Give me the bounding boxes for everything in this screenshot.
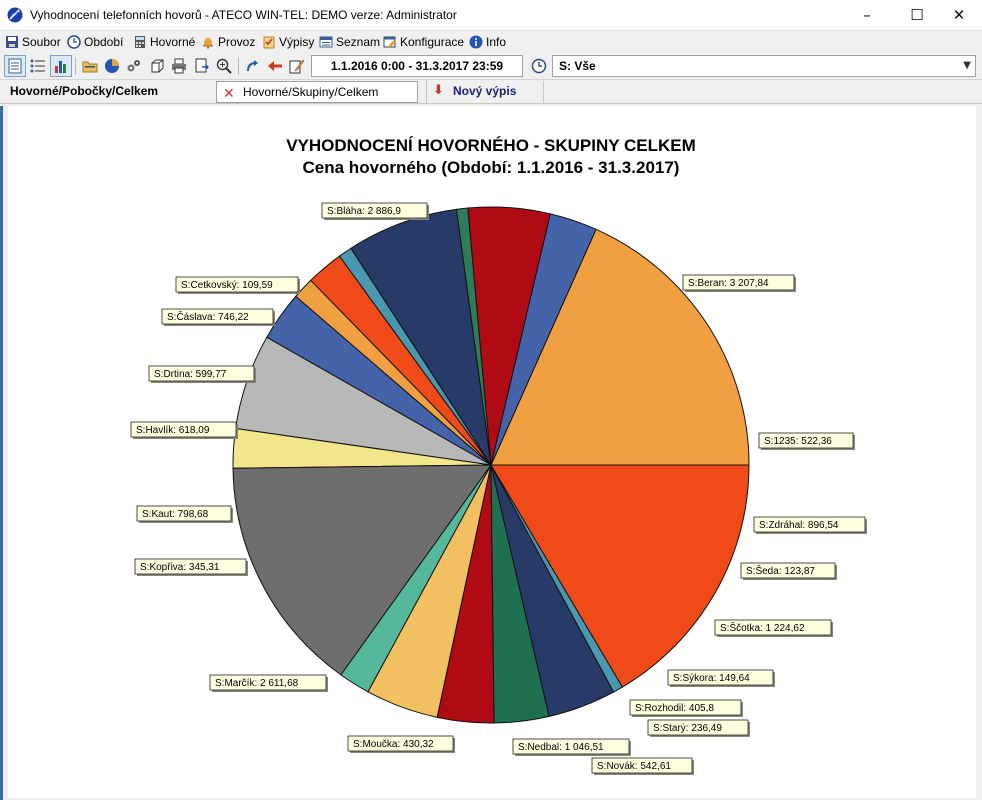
- pie-label-text: S:Šeda: 123,87: [746, 564, 815, 577]
- pie-label-1235: S:1235: 522,36: [758, 432, 855, 450]
- pie-label-text: S:Marčík: 2 611,68: [215, 678, 299, 689]
- pie-label-bláha: S:Bláha: 2 886,9: [321, 202, 429, 220]
- pie-label-novák: S:Novák: 542,61: [591, 757, 694, 775]
- pie-label-text: S:Kopřiva: 345,31: [140, 562, 220, 573]
- pie-label-beran: S:Beran: 3 207,84: [682, 274, 796, 292]
- pie-label-text: S:Beran: 3 207,84: [688, 278, 769, 289]
- pie-label-text: S:Zdráhal: 896,54: [759, 520, 839, 531]
- pie-chart: S:Beran: 3 207,84 S:1235: 522,36 S:Zdráhal…: [130, 202, 867, 775]
- pie-label-text: S:Bláha: 2 886,9: [327, 206, 401, 217]
- pie-label-cetkovský: S:Cetkovský: 109,59: [175, 276, 300, 294]
- pie-label-text: S:Nedbal: 1 046,51: [518, 742, 604, 753]
- pie-label-moučka: S:Moučka: 430,32: [347, 735, 455, 753]
- pie-label-drtina: S:Drtina: 599,77: [148, 365, 256, 383]
- pie-label-starý: S:Starý: 236,49: [647, 719, 750, 737]
- pie-label-text: S:Kaut: 798,68: [142, 509, 209, 520]
- pie-label-text: S:Drtina: 599,77: [154, 369, 227, 380]
- pie-label-text: S:1235: 522,36: [764, 436, 832, 447]
- pie-label-sýkora: S:Sýkora: 149,64: [667, 669, 775, 687]
- pie-label-text: S:Sýkora: 149,64: [673, 673, 750, 684]
- pie-label-text: S:Novák: 542,61: [597, 761, 671, 772]
- pie-label-text: S:Čáslava: 746,22: [167, 310, 249, 323]
- pie-label-ščotka: S:Ščotka: 1 224,62: [714, 619, 833, 637]
- pie-label-nedbal: S:Nedbal: 1 046,51: [512, 738, 631, 756]
- pie-label-text: S:Starý: 236,49: [653, 723, 722, 734]
- pie-label-text: S:Moučka: 430,32: [353, 739, 434, 750]
- pie-label-marčík: S:Marčík: 2 611,68: [209, 674, 328, 692]
- pie-label-zdráhal: S:Zdráhal: 896,54: [753, 516, 867, 534]
- pie-label-text: S:Havlík: 618,09: [136, 425, 210, 436]
- pie-label-čáslava: S:Čáslava: 746,22: [161, 308, 275, 326]
- pie-label-text: S:Cetkovský: 109,59: [181, 280, 273, 291]
- pie-label-text: S:Rozhodil: 405,8: [635, 703, 714, 714]
- pie-label-kaut: S:Kaut: 798,68: [136, 505, 233, 523]
- pie-label-havlík: S:Havlík: 618,09: [130, 421, 238, 439]
- pie-label-rozhodil: S:Rozhodil: 405,8: [629, 699, 743, 717]
- pie-label-kopřiva: S:Kopřiva: 345,31: [134, 558, 248, 576]
- pie-label-text: S:Ščotka: 1 224,62: [720, 621, 805, 634]
- pie-label-šeda: S:Šeda: 123,87: [740, 562, 837, 580]
